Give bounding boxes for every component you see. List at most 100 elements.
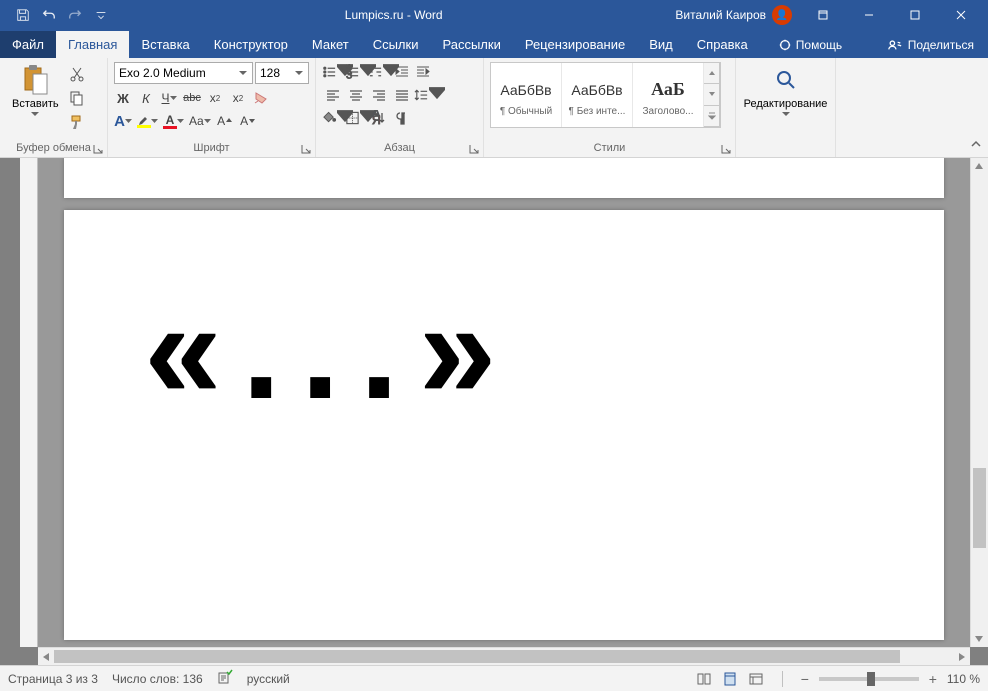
increase-indent-button[interactable] [414,62,436,82]
tab-help[interactable]: Справка [685,31,760,58]
shrink-font-button[interactable]: A [239,111,257,131]
tab-mailings[interactable]: Рассылки [430,31,512,58]
zoom-out-button[interactable]: − [797,671,813,687]
underline-button[interactable]: Ч [160,88,178,108]
undo-icon[interactable] [38,4,60,26]
maximize-button[interactable] [892,0,938,30]
window-title: Lumpics.ru - Word [120,8,667,22]
align-center-button[interactable] [345,85,367,105]
editing-button[interactable]: Редактирование [738,62,834,119]
scroll-left-icon[interactable] [38,649,54,665]
zoom-slider[interactable] [819,677,919,681]
styles-scroll-up[interactable] [704,62,720,84]
print-layout-icon[interactable] [718,669,742,689]
subscript-button[interactable]: x2 [206,88,224,108]
font-name-combo[interactable]: Exo 2.0 Medium [114,62,253,84]
styles-scroll-down[interactable] [704,83,720,105]
style-normal[interactable]: АаБбВв¶ Обычный [491,63,562,127]
numbering-button[interactable]: 123 [345,62,367,82]
justify-button[interactable] [391,85,413,105]
redo-icon[interactable] [64,4,86,26]
scroll-up-icon[interactable] [971,158,987,174]
spellcheck-icon[interactable] [217,669,233,688]
change-case-button[interactable]: Aa [189,111,211,131]
font-color-button[interactable]: A [163,111,184,131]
web-layout-icon[interactable] [744,669,768,689]
minimize-button[interactable] [846,0,892,30]
font-launcher[interactable] [301,143,313,155]
styles-expand[interactable] [704,105,720,127]
group-styles-label: Стили [490,141,729,155]
tab-view[interactable]: Вид [637,31,685,58]
save-icon[interactable] [12,4,34,26]
align-right-button[interactable] [368,85,390,105]
svg-text:3: 3 [346,70,352,80]
tab-file[interactable]: Файл [0,31,56,58]
strike-button[interactable]: abc [183,88,201,108]
style-no-spacing[interactable]: АаБбВв¶ Без инте... [562,63,633,127]
clipboard-launcher[interactable] [93,143,105,155]
vertical-ruler [20,158,38,647]
read-mode-icon[interactable] [692,669,716,689]
borders-button[interactable] [345,108,367,128]
paragraph-launcher[interactable] [469,143,481,155]
document-text[interactable]: «...» [144,280,864,420]
page-current[interactable]: «...» [64,210,944,640]
tab-home[interactable]: Главная [56,31,129,58]
font-size-combo[interactable]: 128 [255,62,309,84]
svg-text:Я: Я [372,113,381,126]
tell-me[interactable]: Помощь [768,32,852,58]
group-paragraph-label: Абзац [322,141,477,155]
user-name: Виталий Каиров [675,8,766,22]
style-heading1[interactable]: АаБЗаголово... [633,63,704,127]
horizontal-scrollbar[interactable] [38,647,970,665]
zoom-thumb[interactable] [867,672,875,686]
shading-button[interactable] [322,108,344,128]
scroll-thumb-v[interactable] [973,468,986,548]
line-spacing-button[interactable] [414,85,436,105]
scroll-right-icon[interactable] [954,649,970,665]
grow-font-button[interactable]: A [216,111,234,131]
scroll-thumb-h[interactable] [54,650,900,663]
group-font-label: Шрифт [114,141,309,155]
multilevel-button[interactable] [368,62,390,82]
collapse-ribbon-icon[interactable] [970,138,982,153]
zoom-in-button[interactable]: + [925,671,941,687]
close-button[interactable] [938,0,984,30]
tab-references[interactable]: Ссылки [361,31,431,58]
align-left-button[interactable] [322,85,344,105]
qat-customize-icon[interactable] [90,4,112,26]
highlight-button[interactable] [137,111,158,131]
bullets-button[interactable] [322,62,344,82]
italic-button[interactable]: К [137,88,155,108]
zoom-value[interactable]: 110 % [947,672,980,686]
tab-design[interactable]: Конструктор [202,31,300,58]
format-painter-icon[interactable] [67,112,87,132]
styles-launcher[interactable] [721,143,733,155]
paste-button[interactable]: Вставить [6,62,65,119]
group-clipboard-label: Буфер обмена [6,141,101,155]
tab-layout[interactable]: Макет [300,31,361,58]
bold-button[interactable]: Ж [114,88,132,108]
status-language[interactable]: русский [247,672,290,686]
find-icon [770,64,802,96]
clear-format-icon[interactable] [252,88,270,108]
status-words[interactable]: Число слов: 136 [112,672,203,686]
show-marks-button[interactable] [391,108,413,128]
document-canvas[interactable]: «...» [38,158,970,647]
share-button[interactable]: Поделиться [874,32,988,58]
decrease-indent-button[interactable] [391,62,413,82]
superscript-button[interactable]: x2 [229,88,247,108]
avatar[interactable]: 👤 [772,5,792,25]
vertical-scrollbar[interactable] [970,158,988,647]
tab-review[interactable]: Рецензирование [513,31,637,58]
paste-icon [19,64,51,96]
status-page[interactable]: Страница 3 из 3 [8,672,98,686]
cut-icon[interactable] [67,64,87,84]
text-effects-button[interactable]: A [114,111,132,131]
scroll-down-icon[interactable] [971,631,987,647]
copy-icon[interactable] [67,88,87,108]
sort-button[interactable]: АЯ [368,108,390,128]
tab-insert[interactable]: Вставка [129,31,201,58]
ribbon-display-icon[interactable] [800,0,846,30]
